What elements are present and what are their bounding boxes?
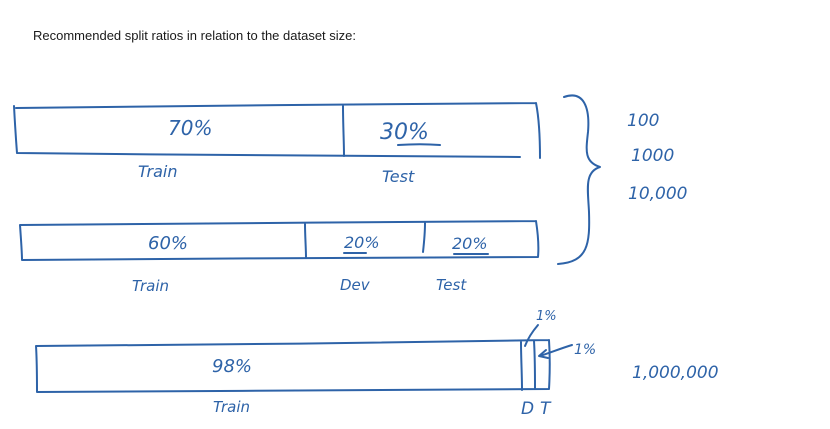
small-size-1: 100 xyxy=(627,111,659,131)
bar-3-segment-1-name: Train xyxy=(213,398,250,416)
bar-1-segment-2-percent: 30% xyxy=(380,120,429,145)
bar-1-segment-1-percent: 70% xyxy=(168,116,212,140)
bar-3-segment-3-name: T xyxy=(540,399,552,419)
bar-3-segment-3-percent: 1% xyxy=(574,342,596,358)
bar-2-segment-3-percent: 20% xyxy=(452,234,488,253)
bar-2-divider-1 xyxy=(304,223,307,259)
bar-2-segment-2-percent: 20% xyxy=(344,233,380,252)
large-size: 1,000,000 xyxy=(632,363,719,383)
bar-2-segment-1-percent: 60% xyxy=(148,233,188,254)
bar-3-segment-2-name: D xyxy=(521,399,534,419)
bar-1-segment-1-name: Train xyxy=(138,162,178,181)
bar-2-segment-2-name: Dev xyxy=(340,276,371,294)
bar-1-outline xyxy=(13,102,541,159)
bar-3-divider-2 xyxy=(533,340,536,390)
small-sizes: 100 1000 10,000 xyxy=(627,111,687,204)
bar-1-segment-2-name: Test xyxy=(382,167,415,186)
bar-3-outline xyxy=(35,339,551,393)
bar-2-divider-2 xyxy=(422,222,426,253)
bar-3-segment-2-percent: 1% xyxy=(536,309,557,324)
bar-3-segment-1-percent: 98% xyxy=(212,356,252,377)
whiteboard-canvas: Recommended split ratios in relation to … xyxy=(0,0,830,429)
bar-1-divider xyxy=(342,105,345,157)
bar-3: 98% Train 1% 1% D T xyxy=(35,309,596,419)
small-size-2: 1000 xyxy=(631,146,674,166)
split-ratio-sketch: 70% Train 30% Test 60% Train 20% Dev 20%… xyxy=(13,94,719,419)
bar-1-segment-2-underline xyxy=(397,143,441,146)
small-size-3: 10,000 xyxy=(628,184,687,204)
bar-2-segment-1-name: Train xyxy=(132,277,169,295)
curly-brace xyxy=(557,94,601,265)
bar-3-segment-2-pointer xyxy=(524,324,539,347)
bar-3-divider-1 xyxy=(520,341,523,391)
bar-2: 60% Train 20% Dev 20% Test xyxy=(19,220,540,295)
bar-2-segment-3-name: Test xyxy=(436,276,467,294)
bar-3-segment-3-pointer xyxy=(538,344,573,359)
bar-1: 70% Train 30% Test xyxy=(13,102,541,186)
